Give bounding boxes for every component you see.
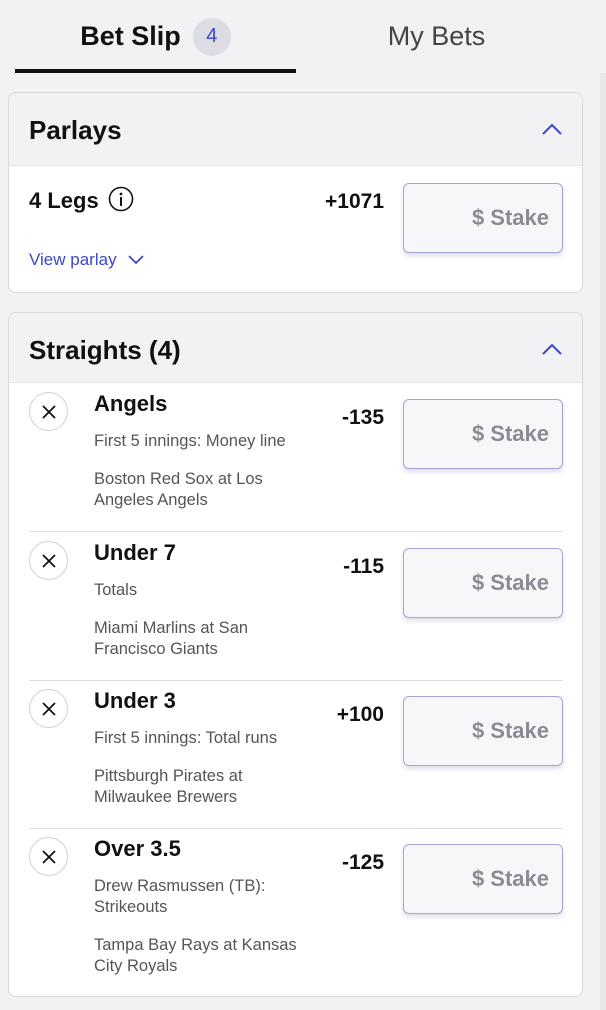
straights-title: Straights (4) bbox=[29, 335, 181, 365]
bet-market: Totals bbox=[94, 581, 138, 599]
close-icon bbox=[41, 553, 56, 568]
straights-card: Straights (4) Angels First 5 innings: Mo… bbox=[8, 312, 583, 997]
bet-odds: -115 bbox=[343, 555, 384, 578]
parlay-odds: +1071 bbox=[325, 190, 384, 213]
scrollbar[interactable] bbox=[600, 73, 606, 1010]
bet-stake-placeholder: $ Stake bbox=[471, 570, 549, 595]
parlays-title: Parlays bbox=[29, 115, 122, 145]
view-parlay-link[interactable]: View parlay bbox=[29, 250, 145, 270]
bet-stake-placeholder: $ Stake bbox=[471, 718, 549, 743]
bet-odds: +100 bbox=[336, 703, 384, 726]
bet-stake-placeholder: $ Stake bbox=[471, 421, 549, 446]
straight-bet-row: Angels First 5 innings: Money line Bosto… bbox=[29, 383, 563, 532]
tab-bet-slip[interactable]: Bet Slip 4 bbox=[15, 0, 296, 73]
bet-selection: Angels bbox=[94, 391, 168, 416]
tab-bet-slip-label: Bet Slip bbox=[80, 21, 181, 51]
bet-market: First 5 innings: Total runs bbox=[94, 729, 278, 747]
tab-my-bets[interactable]: My Bets bbox=[296, 0, 577, 73]
view-parlay-label: View parlay bbox=[29, 250, 117, 269]
straights-header[interactable]: Straights (4) bbox=[9, 313, 582, 383]
remove-bet-button[interactable] bbox=[29, 837, 68, 876]
bet-odds: -135 bbox=[341, 406, 384, 429]
bet-count-badge: 4 bbox=[192, 17, 231, 56]
straight-bet-row: Under 3 First 5 innings: Total runs Pitt… bbox=[29, 680, 563, 829]
bet-stake-input[interactable]: $ Stake bbox=[403, 399, 563, 469]
bet-selection: Under 3 bbox=[94, 688, 176, 713]
bet-game: Pittsburgh Pirates at Milwaukee Brewers bbox=[94, 767, 243, 806]
bet-tabs: Bet Slip 4 My Bets bbox=[0, 0, 596, 73]
remove-bet-button[interactable] bbox=[29, 541, 68, 580]
close-icon bbox=[41, 701, 56, 716]
bet-game: Miami Marlins at San Francisco Giants bbox=[94, 619, 249, 658]
remove-bet-button[interactable] bbox=[29, 392, 68, 431]
bet-market: First 5 innings: Money line bbox=[94, 432, 286, 450]
bet-selection: Over 3.5 bbox=[94, 836, 181, 861]
parlay-stake-placeholder: $ Stake bbox=[471, 205, 549, 230]
info-icon[interactable] bbox=[108, 186, 134, 212]
bet-stake-input[interactable]: $ Stake bbox=[403, 696, 563, 766]
bet-stake-placeholder: $ Stake bbox=[471, 866, 549, 891]
parlay-legs-label: 4 Legs bbox=[29, 188, 99, 213]
tab-my-bets-label: My Bets bbox=[387, 21, 486, 51]
parlays-header[interactable]: Parlays bbox=[9, 93, 582, 166]
close-icon bbox=[41, 404, 56, 419]
straight-bet-row: Under 7 Totals Miami Marlins at San Fran… bbox=[29, 532, 563, 681]
chevron-up-icon[interactable] bbox=[540, 119, 564, 139]
bet-market: Drew Rasmussen (TB): Strikeouts bbox=[94, 877, 266, 916]
bet-stake-input[interactable]: $ Stake bbox=[403, 548, 563, 618]
straight-bet-row: Over 3.5 Drew Rasmussen (TB): Strikeouts… bbox=[29, 828, 563, 996]
active-tab-indicator bbox=[15, 69, 296, 73]
bet-stake-input[interactable]: $ Stake bbox=[403, 844, 563, 914]
parlays-card: Parlays 4 Legs +1071 $ Stake View parlay bbox=[8, 92, 583, 293]
bet-game: Tampa Bay Rays at Kansas City Royals bbox=[94, 936, 297, 975]
bet-selection: Under 7 bbox=[94, 540, 176, 565]
remove-bet-button[interactable] bbox=[29, 689, 68, 728]
chevron-up-icon[interactable] bbox=[540, 339, 564, 359]
chevron-down-icon bbox=[127, 255, 144, 265]
parlay-stake-input[interactable]: $ Stake bbox=[403, 183, 563, 253]
close-icon bbox=[41, 849, 56, 864]
bet-game: Boston Red Sox at Los Angeles Angels bbox=[94, 470, 263, 509]
bet-odds: -125 bbox=[341, 851, 384, 874]
